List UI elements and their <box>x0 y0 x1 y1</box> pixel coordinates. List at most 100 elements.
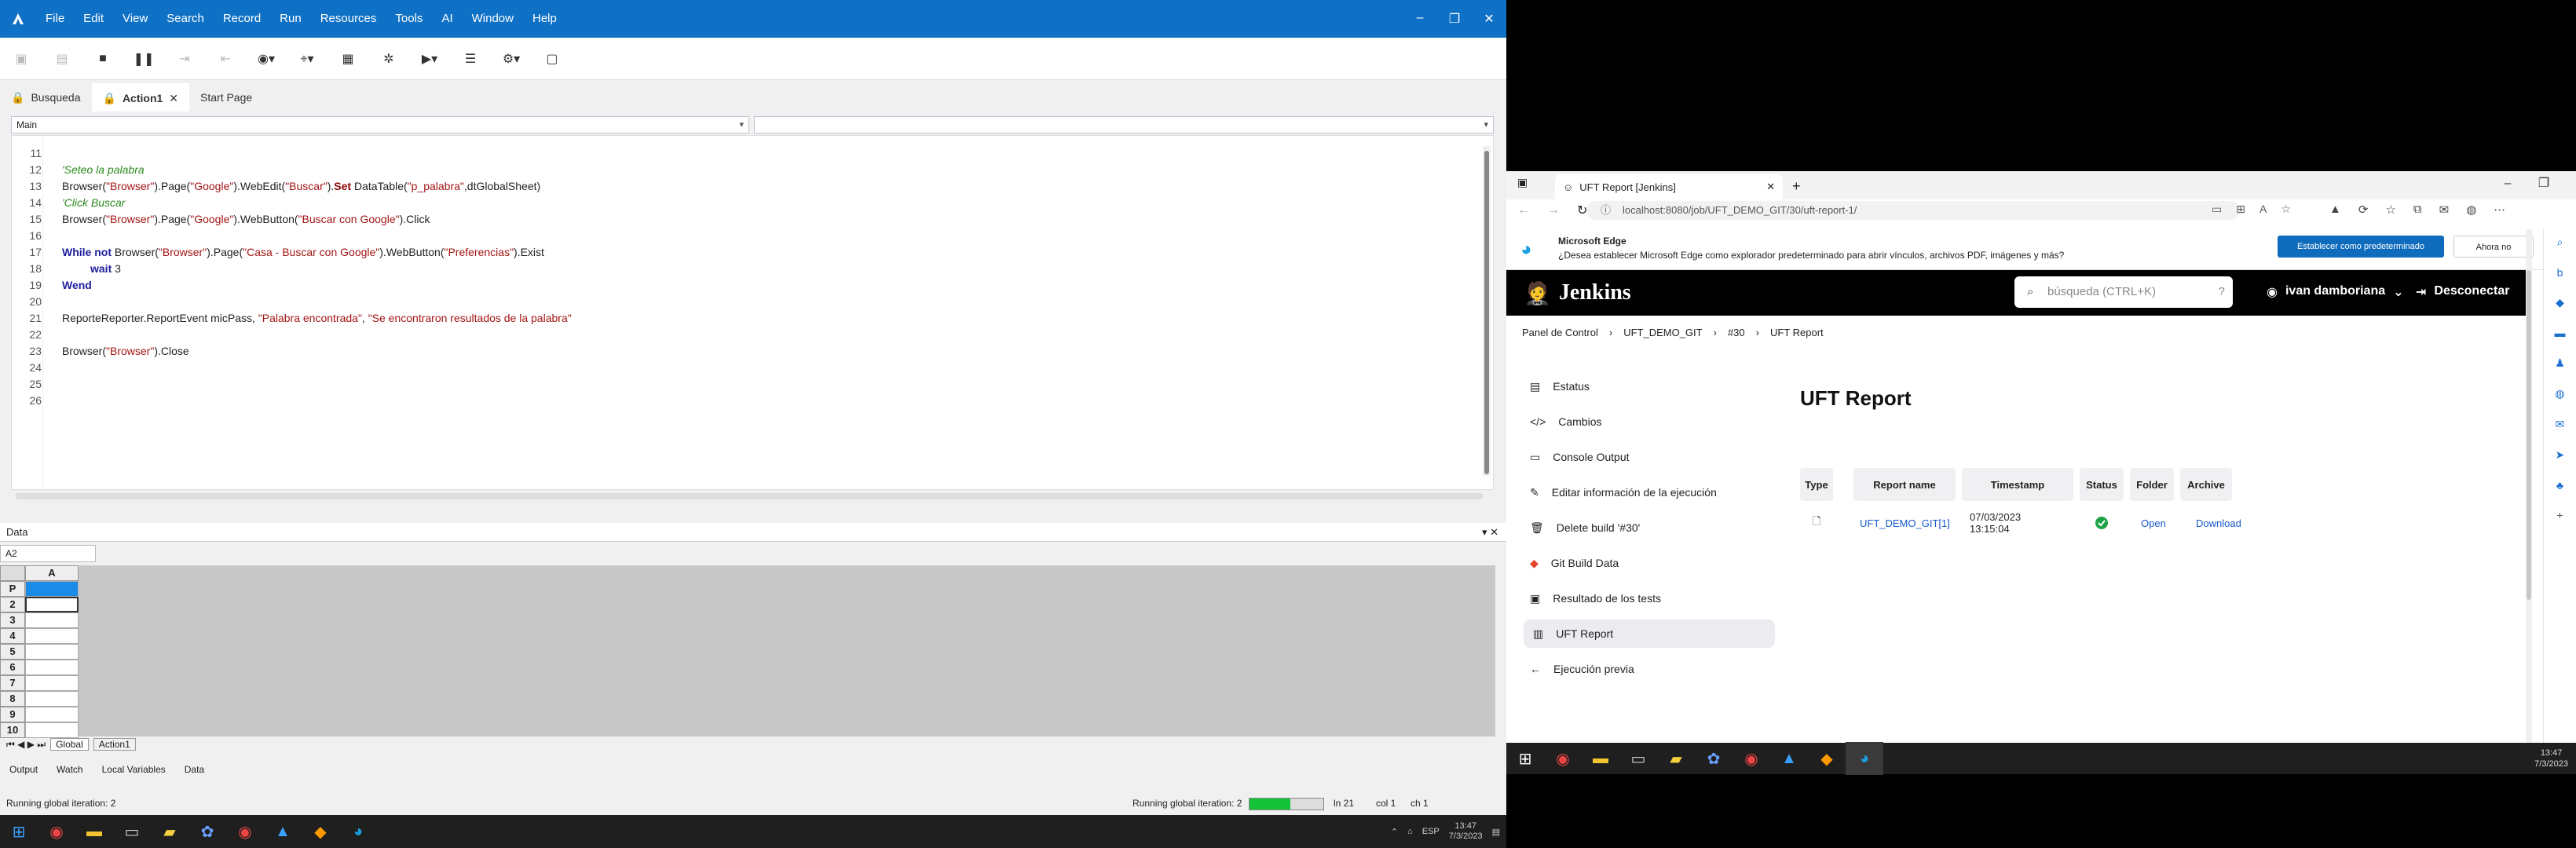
sidebar-item-test-results[interactable]: ▣ Resultado de los tests <box>1530 584 1766 612</box>
editor-horizontal-scrollbar[interactable] <box>16 493 1483 499</box>
clock[interactable]: 13:47 7/3/2023 <box>2534 747 2576 769</box>
edge-icon[interactable]: ◕ <box>339 815 377 848</box>
browser-tab[interactable]: ☺ UFT Report [Jenkins] ✕ <box>1555 174 1783 199</box>
sheet-tab-global[interactable]: Global <box>50 738 89 751</box>
git-icon[interactable]: ◆ <box>302 815 339 848</box>
menu-resources[interactable]: Resources <box>311 0 386 38</box>
tab-watch[interactable]: Watch <box>57 764 83 775</box>
grid-row-header[interactable]: 3 <box>0 612 25 628</box>
read-aloud-icon[interactable]: A <box>2259 203 2267 216</box>
terminal-icon[interactable]: ▭ <box>1619 742 1657 775</box>
sticky-notes-icon[interactable]: ▰ <box>1657 742 1695 775</box>
send-icon[interactable]: ➤ <box>2556 448 2565 462</box>
back-icon[interactable]: ← <box>1517 203 1530 217</box>
chrome-icon[interactable]: ◉ <box>38 815 75 848</box>
set-default-button[interactable]: Establecer como predeterminado <box>2278 236 2444 258</box>
tools-icon[interactable]: ▬ <box>2555 327 2566 339</box>
menu-help[interactable]: Help <box>523 0 566 38</box>
spy-icon[interactable]: ⌖▾ <box>297 49 317 69</box>
sheet-nav-icon[interactable]: ⏮ ◀ ▶ ⏭ <box>6 739 46 751</box>
sheet-tab-action1[interactable]: Action1 <box>93 738 136 751</box>
breadcrumb-item[interactable]: UFT_DEMO_GIT <box>1623 327 1702 338</box>
grid-row-header[interactable]: 4 <box>0 628 25 644</box>
grid-row-header[interactable]: 2 <box>0 597 25 612</box>
minimize-icon[interactable]: – <box>1403 11 1437 27</box>
uft-taskbar-icon[interactable]: ▲ <box>1770 742 1808 775</box>
menu-ai[interactable]: AI <box>432 0 462 38</box>
jenkins-brand[interactable]: Jenkins <box>1559 280 1631 305</box>
tab-start-page[interactable]: Start Page <box>189 83 263 111</box>
shopping-icon[interactable]: ◆ <box>2556 296 2564 309</box>
tree-icon[interactable]: ♣ <box>2556 479 2563 492</box>
chrome-alt-icon[interactable]: ◉ <box>226 815 264 848</box>
windows-start-icon[interactable]: ⊞ <box>0 815 38 848</box>
dismiss-button[interactable]: Ahora no <box>2453 236 2534 258</box>
code-line[interactable]: Wend <box>62 279 92 291</box>
grid-row-header[interactable]: 8 <box>0 691 25 707</box>
code-editor[interactable]: 11 12 'Seteo la palabra 13 Browser("Browser"… <box>11 135 1494 490</box>
extension-icon[interactable]: ▲ <box>2329 203 2341 217</box>
menu-edit[interactable]: Edit <box>74 0 113 38</box>
close-tab-icon[interactable]: ✕ <box>169 92 178 105</box>
office-icon[interactable]: ◍ <box>2555 387 2564 400</box>
forward-icon[interactable]: → <box>1547 203 1560 217</box>
code-line[interactable]: Browser("Browser").Page("Google").WebBut… <box>62 213 430 225</box>
qr-icon[interactable]: ⊞ <box>2236 203 2245 216</box>
archive-icon[interactable]: ▦ <box>338 49 358 69</box>
download-link[interactable]: Download <box>2196 514 2241 532</box>
chrome-icon[interactable]: ◉ <box>1544 742 1582 775</box>
grid-cell[interactable] <box>25 628 79 644</box>
new-tab-icon[interactable]: + <box>1792 178 1801 199</box>
file-explorer-icon[interactable]: ▬ <box>75 815 113 848</box>
add-icon[interactable]: + <box>2556 509 2563 521</box>
code-line[interactable]: wait 3 <box>90 262 121 275</box>
grid-row-header[interactable]: 6 <box>0 660 25 675</box>
step-into-icon[interactable]: ⇥ <box>174 49 195 69</box>
save-all-icon[interactable]: ▤ <box>52 49 72 69</box>
breadcrumb-item[interactable]: #30 <box>1728 327 1745 338</box>
terminal-icon[interactable]: ▭ <box>113 815 151 848</box>
close-tab-icon[interactable]: ✕ <box>1766 181 1775 193</box>
language-indicator[interactable]: ESP <box>1422 827 1440 836</box>
pane-controls-icon[interactable]: ▾ ✕ <box>1482 523 1498 542</box>
member-select[interactable]: ▾ <box>754 116 1494 133</box>
menu-tools[interactable]: Tools <box>386 0 432 38</box>
save-icon[interactable]: ▣ <box>11 49 31 69</box>
sidebar-item-cambios[interactable]: </> Cambios <box>1530 408 1766 436</box>
sidebar-item-previous-run[interactable]: ← Ejecución previa <box>1530 655 1766 683</box>
games-icon[interactable]: ♟ <box>2555 356 2565 370</box>
chrome-alt-icon[interactable]: ◉ <box>1733 742 1770 775</box>
debug-icon[interactable]: ✲ <box>379 49 399 69</box>
windows-start-icon[interactable]: ⊞ <box>1506 742 1544 775</box>
grid-row-header[interactable]: 5 <box>0 644 25 660</box>
tab-output[interactable]: Output <box>9 764 38 775</box>
menu-file[interactable]: File <box>36 0 74 38</box>
uft-taskbar-icon[interactable]: ▲ <box>264 815 302 848</box>
grid-cell[interactable] <box>25 707 79 722</box>
sync-icon[interactable]: ⟳ <box>2358 203 2369 217</box>
jenkins-user-menu[interactable]: ◉ ivan damboriana ⌄ <box>2267 284 2404 300</box>
tab-data[interactable]: Data <box>185 764 204 775</box>
scrollbar-thumb[interactable] <box>1484 151 1489 474</box>
edge-icon[interactable]: ◕ <box>1846 742 1883 775</box>
window-icon[interactable]: ▢ <box>542 49 562 69</box>
scrollbar-thumb[interactable] <box>2527 270 2531 600</box>
app-icon[interactable]: ✿ <box>188 815 226 848</box>
grid-cell[interactable] <box>25 675 79 691</box>
restore-icon[interactable]: ❐ <box>1437 11 1472 27</box>
run-icon[interactable]: ▶▾ <box>419 49 440 69</box>
address-bar[interactable]: ⓘ localhost:8080/job/UFT_DEMO_GIT/30/uft… <box>1586 201 2240 220</box>
code-line[interactable]: 'Click Buscar <box>62 196 125 209</box>
tab-actions-icon[interactable]: ▣ <box>1517 176 1528 189</box>
git-icon[interactable]: ◆ <box>1808 742 1846 775</box>
file-explorer-icon[interactable]: ▬ <box>1582 742 1619 775</box>
sidebar-item-estatus[interactable]: ▤ Estatus <box>1530 372 1766 400</box>
restore-icon[interactable]: ❐ <box>2526 171 2562 196</box>
minimize-icon[interactable]: – <box>2490 171 2526 196</box>
app-icon[interactable]: ✿ <box>1695 742 1733 775</box>
pause-icon[interactable]: ❚❚ <box>134 49 155 69</box>
open-folder-link[interactable]: Open <box>2141 514 2166 532</box>
clock[interactable]: 13:47 7/3/2023 <box>1449 821 1483 842</box>
code-line[interactable]: Browser("Browser").Close <box>62 345 189 357</box>
code-line[interactable]: Browser("Browser").Page("Google").WebEdi… <box>62 180 540 192</box>
